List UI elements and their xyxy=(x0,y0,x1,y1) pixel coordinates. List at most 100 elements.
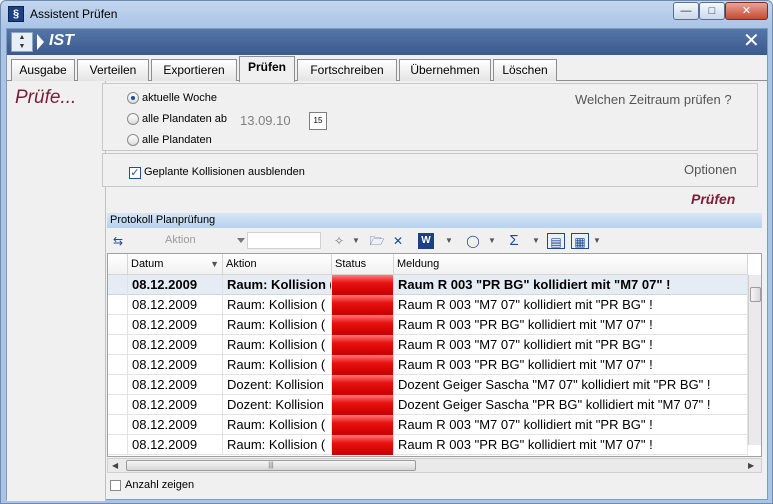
radio-label: aktuelle Woche xyxy=(142,92,218,105)
minimize-button[interactable]: — xyxy=(673,2,699,20)
radio-button[interactable] xyxy=(127,134,139,147)
period-panel: aktuelle Woche alle Plandaten ab alle Pl… xyxy=(102,83,758,151)
period-heading: Welchen Zeitraum prüfen ? xyxy=(575,92,732,107)
cell-datum: 08.12.2009 xyxy=(128,335,223,355)
table-row[interactable]: 08.12.2009 Raum: Kollision ( Raum R 003 "M… xyxy=(108,335,748,355)
protocol-grid: Datum ▼ Aktion Status Meldung 08.12.2009… xyxy=(107,253,762,457)
cell-aktion: Raum: Kollision ( xyxy=(223,355,332,375)
row-selector[interactable] xyxy=(108,415,128,435)
new-item-icon[interactable]: ✧ xyxy=(331,233,347,249)
date-field[interactable]: 13.09.10 xyxy=(240,113,291,128)
pruefen-button[interactable]: Prüfen xyxy=(691,191,735,207)
calendar-icon[interactable]: 15 xyxy=(309,112,327,130)
chevron-down-icon[interactable]: ▼ xyxy=(592,233,602,249)
globe-icon[interactable]: ◯ xyxy=(464,233,482,249)
radio-button[interactable] xyxy=(127,92,139,105)
table-row[interactable]: 08.12.2009 Dozent: Kollision Dozent Geiger… xyxy=(108,395,748,415)
horizontal-scrollbar[interactable]: ◀ ||| ▶ xyxy=(107,458,762,473)
cell-aktion: Raum: Kollision ( xyxy=(223,415,332,435)
cell-meldung: Raum R 003 "M7 07" kollidiert mit "PR BG… xyxy=(394,335,748,355)
chevron-down-icon[interactable]: ▼ xyxy=(531,233,541,249)
spin-down-icon[interactable]: ▼ xyxy=(12,42,32,51)
app-window: § Assistent Prüfen — □ ✕ ▲ ▼ IST ✕ Ausga… xyxy=(0,0,773,504)
cell-datum: 08.12.2009 xyxy=(128,275,223,295)
tab-loeschen[interactable]: Löschen xyxy=(493,59,557,81)
radio-button[interactable] xyxy=(127,113,139,126)
title-bar: § Assistent Prüfen — □ ✕ xyxy=(1,1,772,27)
cell-meldung: Raum R 003 "PR BG" kollidiert mit "M7 07… xyxy=(394,315,748,335)
cell-meldung: Dozent Geiger Sascha "M7 07" kollidiert … xyxy=(394,375,748,395)
row-selector[interactable] xyxy=(108,355,128,375)
scroll-left-icon[interactable]: ◀ xyxy=(112,461,118,470)
row-selector[interactable] xyxy=(108,375,128,395)
header-title: IST xyxy=(49,32,74,49)
table-row[interactable]: 08.12.2009 Dozent: Kollision Dozent Geiger… xyxy=(108,375,748,395)
chevron-down-icon xyxy=(237,238,245,243)
radio-all[interactable]: alle Plandaten xyxy=(127,134,212,152)
folder-open-icon[interactable]: 🗁 xyxy=(369,233,385,249)
table-row[interactable]: 08.12.2009 Raum: Kollision ( Raum R 003 "P… xyxy=(108,355,748,375)
cell-meldung: Raum R 003 "M7 07" kollidiert mit "PR BG… xyxy=(394,415,748,435)
triangle-right-icon xyxy=(37,34,44,50)
refresh-icon[interactable]: ⇆ xyxy=(111,233,125,249)
row-selector[interactable] xyxy=(108,335,128,355)
cell-meldung: Raum R 003 "PR BG" kollidiert mit "M7 07… xyxy=(394,355,748,375)
row-selector[interactable] xyxy=(108,315,128,335)
chevron-down-icon[interactable]: ▼ xyxy=(351,233,361,249)
tab-uebernehmen[interactable]: Übernehmen xyxy=(399,59,491,81)
row-selector[interactable] xyxy=(108,275,128,295)
table-row[interactable]: 08.12.2009 Raum: Kollision (Raum R 003 "P… xyxy=(108,435,748,455)
table-view-icon[interactable]: ▤ xyxy=(547,233,565,249)
cell-datum: 08.12.2009 xyxy=(128,375,223,395)
radio-all-from[interactable]: alle Plandaten ab xyxy=(127,113,227,131)
spin-control[interactable]: ▲ ▼ xyxy=(11,32,33,52)
scroll-right-icon[interactable]: ▶ xyxy=(748,461,754,470)
table-row[interactable]: 08.12.2009 Raum: Kollision (Raum R 003 "P… xyxy=(108,275,748,295)
delete-icon[interactable]: ✕ xyxy=(391,233,405,249)
cell-meldung: Raum R 003 "PR BG" kollidiert mit "M7 07… xyxy=(394,275,748,295)
app-icon: § xyxy=(8,6,24,22)
tab-verteilen[interactable]: Verteilen xyxy=(77,59,149,81)
close-icon[interactable]: ✕ xyxy=(743,30,760,52)
show-count-checkbox[interactable] xyxy=(110,480,121,491)
cell-aktion: Dozent: Kollision xyxy=(223,395,332,415)
status-cell xyxy=(332,355,394,375)
table-row[interactable]: 08.12.2009 Raum: Kollision (Raum R 003 "M… xyxy=(108,415,748,435)
scroll-thumb[interactable]: ||| xyxy=(126,460,416,471)
sum-icon[interactable]: Σ xyxy=(507,233,521,249)
maximize-button[interactable]: □ xyxy=(699,2,725,20)
row-selector[interactable] xyxy=(108,395,128,415)
action-filter-input[interactable] xyxy=(247,232,321,249)
column-header-aktion[interactable]: Aktion xyxy=(223,254,332,275)
tab-pruefen[interactable]: Prüfen xyxy=(239,56,295,82)
chevron-down-icon[interactable]: ▼ xyxy=(444,233,454,249)
cell-datum: 08.12.2009 xyxy=(128,355,223,375)
action-filter-dropdown[interactable]: Aktion xyxy=(137,232,247,249)
close-window-button[interactable]: ✕ xyxy=(725,2,768,20)
column-label: Datum xyxy=(131,258,164,270)
cell-aktion: Raum: Kollision ( xyxy=(223,335,332,355)
table-row[interactable]: 08.12.2009 Raum: Kollision (Raum R 003 "P… xyxy=(108,315,748,335)
word-export-icon[interactable]: W xyxy=(418,233,434,249)
cell-datum: 08.12.2009 xyxy=(128,295,223,315)
table-row[interactable]: 08.12.2009 Raum: Kollision (Raum R 003 "M… xyxy=(108,295,748,315)
status-cell xyxy=(332,335,394,355)
tab-ausgabe[interactable]: Ausgabe xyxy=(11,59,75,81)
chevron-down-icon[interactable]: ▼ xyxy=(487,233,497,249)
column-header-meldung[interactable]: Meldung xyxy=(394,254,748,275)
scroll-thumb[interactable] xyxy=(750,287,761,302)
vertical-scrollbar[interactable] xyxy=(748,275,761,445)
spin-up-icon[interactable]: ▲ xyxy=(12,33,32,42)
radio-current-week[interactable]: aktuelle Woche xyxy=(127,92,217,110)
columns-icon[interactable]: ▦ xyxy=(571,233,589,249)
tab-fortschreiben[interactable]: Fortschreiben xyxy=(297,59,397,81)
row-selector[interactable] xyxy=(108,295,128,315)
tab-exportieren[interactable]: Exportieren xyxy=(151,59,237,81)
column-header-status[interactable]: Status xyxy=(332,254,394,275)
cell-datum: 08.12.2009 xyxy=(128,315,223,335)
row-selector[interactable] xyxy=(108,435,128,455)
cell-aktion: Raum: Kollision ( xyxy=(223,435,332,455)
hide-collisions-checkbox[interactable]: ✓ xyxy=(129,167,141,179)
cell-aktion: Raum: Kollision ( xyxy=(223,295,332,315)
column-header-datum[interactable]: Datum ▼ xyxy=(128,254,223,275)
